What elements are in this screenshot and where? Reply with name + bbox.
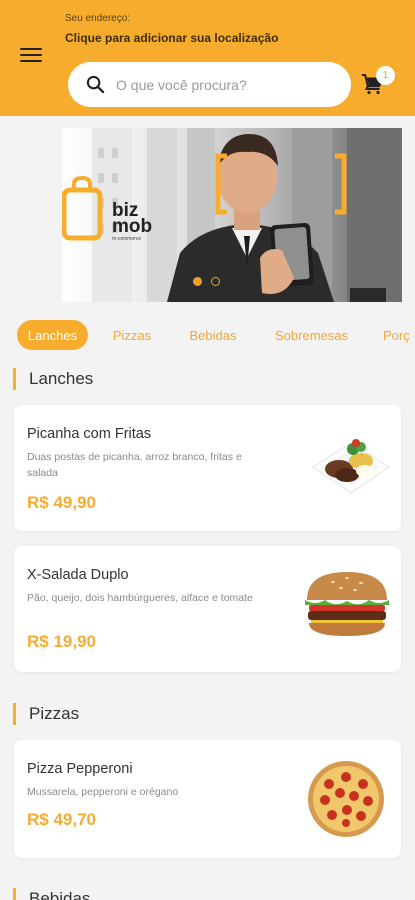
product-price: R$ 49,70 xyxy=(27,810,96,829)
picanha-plate-image xyxy=(312,439,390,494)
carousel-dot[interactable] xyxy=(211,277,220,286)
search-input[interactable] xyxy=(116,76,336,93)
product-description: Duas postas de picanha, arroz branco, fr… xyxy=(27,451,242,479)
tab-lanches[interactable]: Lanches xyxy=(17,320,88,350)
product-name: X-Salada Duplo xyxy=(27,567,129,583)
tab-pizzas[interactable]: Pizzas xyxy=(104,320,160,350)
tab-bebidas[interactable]: Bebidas xyxy=(180,320,246,350)
logo-tagline: m-commerce xyxy=(112,236,142,242)
product-card[interactable]: X-Salada Duplo Pão, queijo, dois hambúrg… xyxy=(14,546,401,672)
product-card[interactable]: Pizza Pepperoni Mussarela, pepperoni e o… xyxy=(14,740,401,858)
tab-porcoes[interactable]: Porç xyxy=(377,320,415,350)
cart-count-badge: 1 xyxy=(376,66,395,85)
search-icon xyxy=(86,75,105,94)
pizza-image xyxy=(308,761,384,837)
section-title-lanches: Lanches xyxy=(13,368,93,390)
category-tabs: Lanches Pizzas Bebidas Sobremesas Porç xyxy=(0,318,415,354)
app-header: Seu endereço: Clique para adicionar sua … xyxy=(0,0,415,116)
tab-sobremesas[interactable]: Sobremesas xyxy=(264,320,359,350)
product-price: R$ 49,90 xyxy=(27,493,96,512)
carousel-indicator xyxy=(193,277,220,286)
search-bar[interactable] xyxy=(68,62,351,107)
address-label: Seu endereço: xyxy=(65,13,131,24)
section-title-bebidas: Bebidas xyxy=(13,888,90,900)
address-value[interactable]: Clique para adicionar sua localização xyxy=(65,31,278,45)
promo-banner[interactable]: biz mob m-commerce xyxy=(62,128,402,302)
logo-text-mob: mob xyxy=(112,216,153,237)
section-title-pizzas: Pizzas xyxy=(13,703,79,725)
product-price: R$ 19,90 xyxy=(27,632,96,651)
product-card[interactable]: Picanha com Fritas Duas postas de picanh… xyxy=(14,405,401,531)
product-description: Mussarela, pepperoni e orégano xyxy=(27,786,179,798)
product-name: Pizza Pepperoni xyxy=(27,761,133,777)
carousel-dot[interactable] xyxy=(193,277,202,286)
product-name: Picanha com Fritas xyxy=(27,426,152,442)
burger-image xyxy=(305,572,389,636)
product-description: Pão, queijo, dois hambúrgueres, alface e… xyxy=(27,592,253,604)
hamburger-menu-icon[interactable] xyxy=(20,48,42,66)
